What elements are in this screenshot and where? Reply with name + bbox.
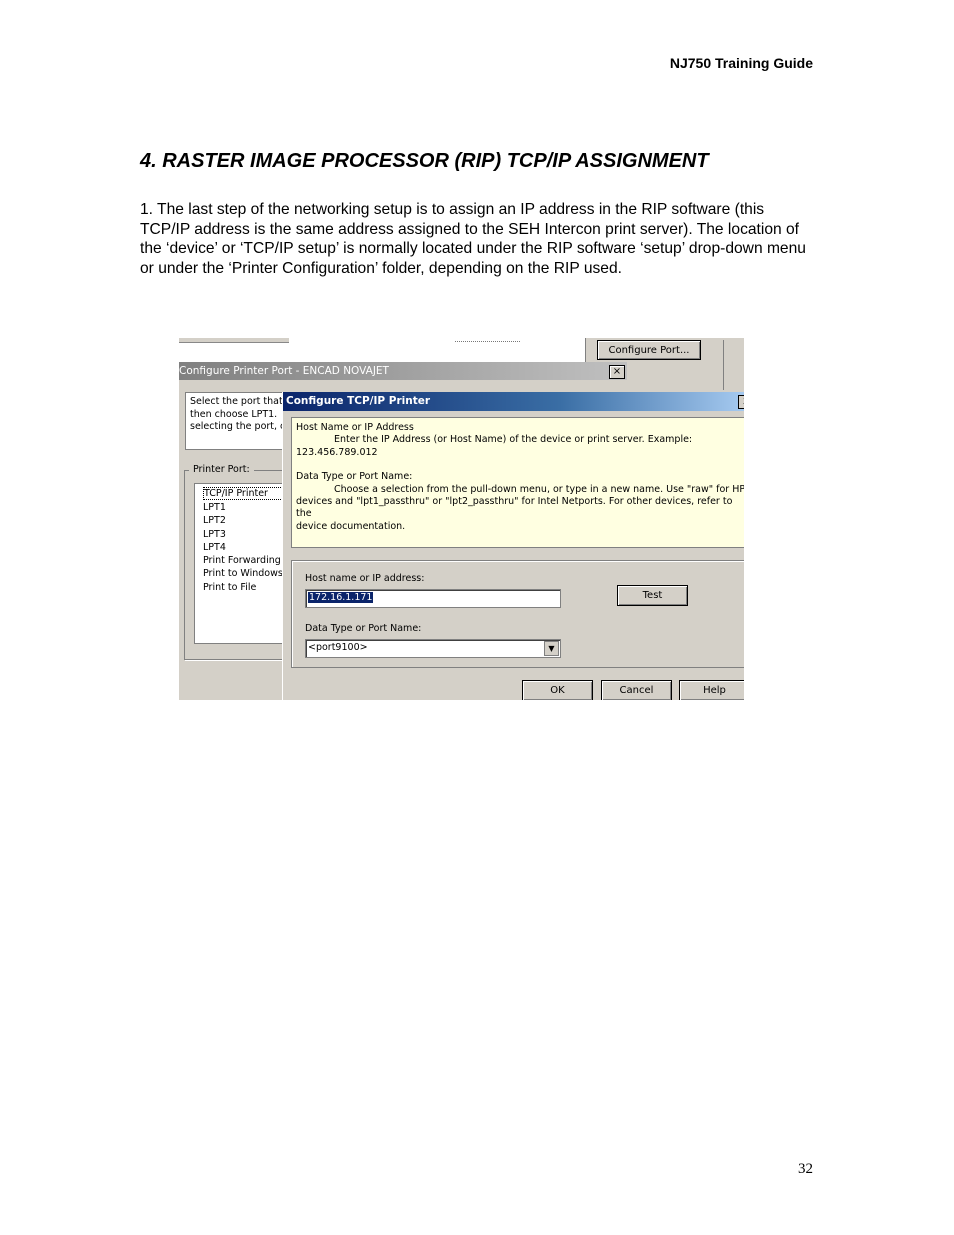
configure-port-button[interactable]: Configure Port... bbox=[597, 340, 701, 360]
desc-line: selecting the port, cl bbox=[190, 421, 285, 432]
help-info-panel: Host Name or IP Address Enter the IP Add… bbox=[291, 417, 744, 548]
host-example: 123.456.789.012 bbox=[296, 446, 378, 458]
type-instructions-1: Choose a selection from the pull-down me… bbox=[334, 483, 744, 495]
desc-line: Select the port that t bbox=[190, 396, 285, 407]
host-ip-input[interactable]: 172.16.1.171 bbox=[305, 589, 561, 608]
close-icon[interactable]: × bbox=[609, 365, 625, 379]
port-item-lpt3[interactable]: LPT3 bbox=[203, 528, 293, 541]
printer-port-label: Printer Port: bbox=[189, 464, 254, 475]
host-heading: Host Name or IP Address bbox=[296, 422, 414, 433]
section-title: 4. RASTER IMAGE PROCESSOR (RIP) TCP/IP A… bbox=[140, 150, 709, 172]
host-label: Host name or IP address: bbox=[305, 573, 425, 584]
page-number: 32 bbox=[798, 1161, 813, 1177]
ok-button[interactable]: OK bbox=[522, 680, 593, 700]
cancel-button[interactable]: Cancel bbox=[601, 680, 672, 700]
printer-port-list[interactable]: TCP/IP Printer LPT1 LPT2 LPT3 LPT4 Print… bbox=[194, 483, 294, 644]
chevron-down-icon[interactable]: ▼ bbox=[544, 641, 559, 656]
type-instructions-2: devices and "lpt1_passthru" or "lpt2_pas… bbox=[296, 496, 733, 520]
port-item-lpt4[interactable]: LPT4 bbox=[203, 541, 293, 554]
type-instructions-3: device documentation. bbox=[296, 520, 406, 532]
port-item-print-to-file[interactable]: Print to File bbox=[203, 581, 293, 594]
port-item-print-forwarding[interactable]: Print Forwarding bbox=[203, 554, 293, 567]
port-name-select[interactable]: <port9100> ▼ bbox=[305, 639, 561, 658]
close-icon[interactable]: x bbox=[738, 395, 744, 409]
help-button[interactable]: Help bbox=[679, 680, 744, 700]
background-panel bbox=[627, 340, 744, 392]
instruction-paragraph: 1. The last step of the networking setup… bbox=[140, 201, 806, 277]
host-instructions: Enter the IP Address (or Host Name) of t… bbox=[334, 434, 693, 446]
port-name-value: <port9100> bbox=[308, 642, 368, 653]
port-item-lpt2[interactable]: LPT2 bbox=[203, 514, 293, 527]
port-item-lpt1[interactable]: LPT1 bbox=[203, 501, 293, 514]
port-item-tcpip[interactable]: TCP/IP Printer bbox=[203, 487, 285, 500]
type-heading: Data Type or Port Name: bbox=[296, 471, 413, 483]
rip-tcpip-screenshot: Configure Port... Configure Printer Port… bbox=[179, 338, 744, 700]
configure-printer-port-title: Configure Printer Port - ENCAD NOVAJET bbox=[179, 362, 627, 380]
test-button[interactable]: Test bbox=[617, 585, 688, 606]
host-ip-value: 172.16.1.171 bbox=[308, 592, 374, 603]
configure-tcpip-title: Configure TCP/IP Printer bbox=[283, 392, 744, 411]
desc-line: then choose LPT1. bbox=[190, 408, 278, 420]
port-item-print-to-windows[interactable]: Print to Windows bbox=[203, 567, 293, 580]
configure-tcpip-printer-dialog: Configure TCP/IP Printer x Host Name or … bbox=[282, 392, 744, 700]
port-name-label: Data Type or Port Name: bbox=[305, 623, 422, 634]
guide-title: NJ750 Training Guide bbox=[669, 55, 813, 71]
port-description: Select the port that t then choose LPT1.… bbox=[185, 392, 285, 450]
background-window-strip: Configure Port... bbox=[179, 338, 744, 362]
